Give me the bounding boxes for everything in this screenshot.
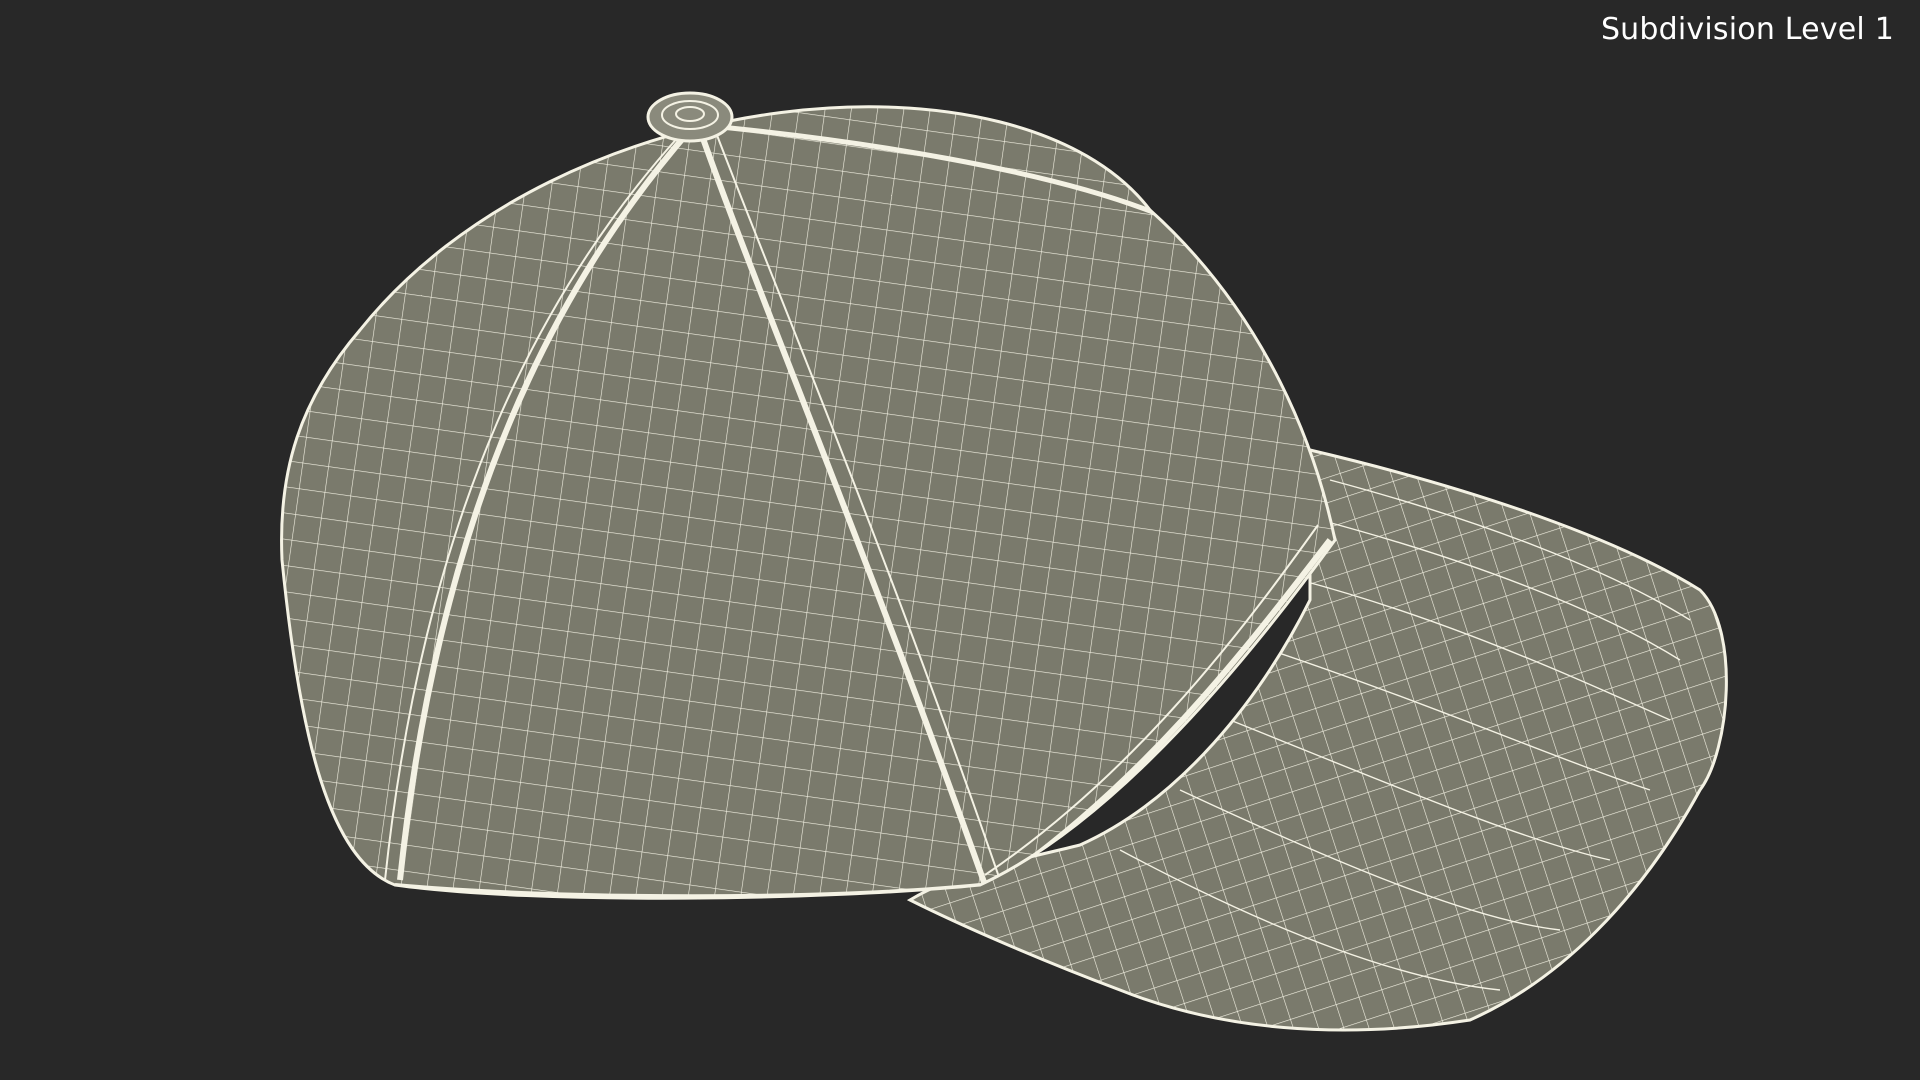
top-button	[646, 91, 734, 143]
wireframe-render	[280, 91, 1728, 1032]
subdivision-level-label: Subdivision Level 1	[1600, 12, 1894, 47]
render-viewport: Subdivision Level 1	[0, 0, 1920, 1080]
